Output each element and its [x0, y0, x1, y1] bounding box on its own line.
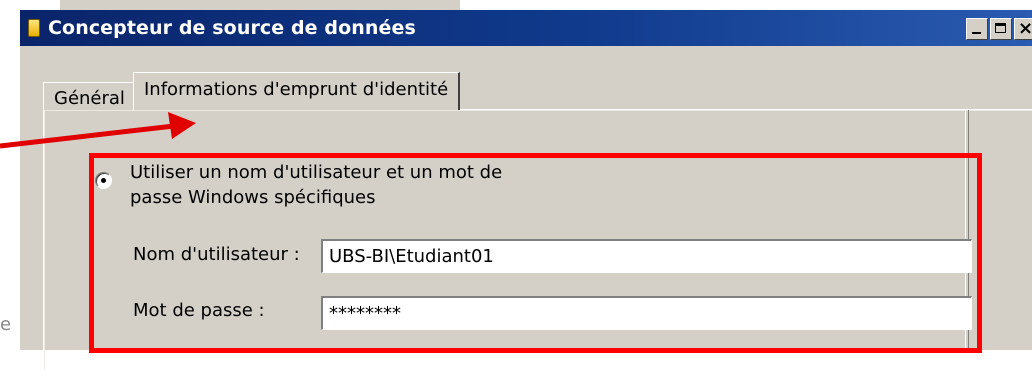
maximize-icon: [995, 23, 1006, 33]
window-controls: ×: [966, 18, 1032, 40]
minimize-button[interactable]: [966, 18, 988, 40]
edge-text-fragment: e: [0, 314, 12, 335]
close-button[interactable]: ×: [1014, 18, 1032, 40]
maximize-button[interactable]: [990, 18, 1012, 40]
window-title: Concepteur de source de données: [48, 17, 416, 39]
tab-impersonation-info[interactable]: Informations d'emprunt d'identité: [133, 72, 461, 110]
close-icon: ×: [1018, 18, 1032, 39]
title-bar[interactable]: Concepteur de source de données ×: [20, 10, 1032, 46]
minimize-icon: [972, 32, 981, 34]
tab-general[interactable]: Général: [43, 82, 133, 110]
app-icon: [28, 19, 40, 37]
annotation-highlight-box: [89, 153, 982, 353]
